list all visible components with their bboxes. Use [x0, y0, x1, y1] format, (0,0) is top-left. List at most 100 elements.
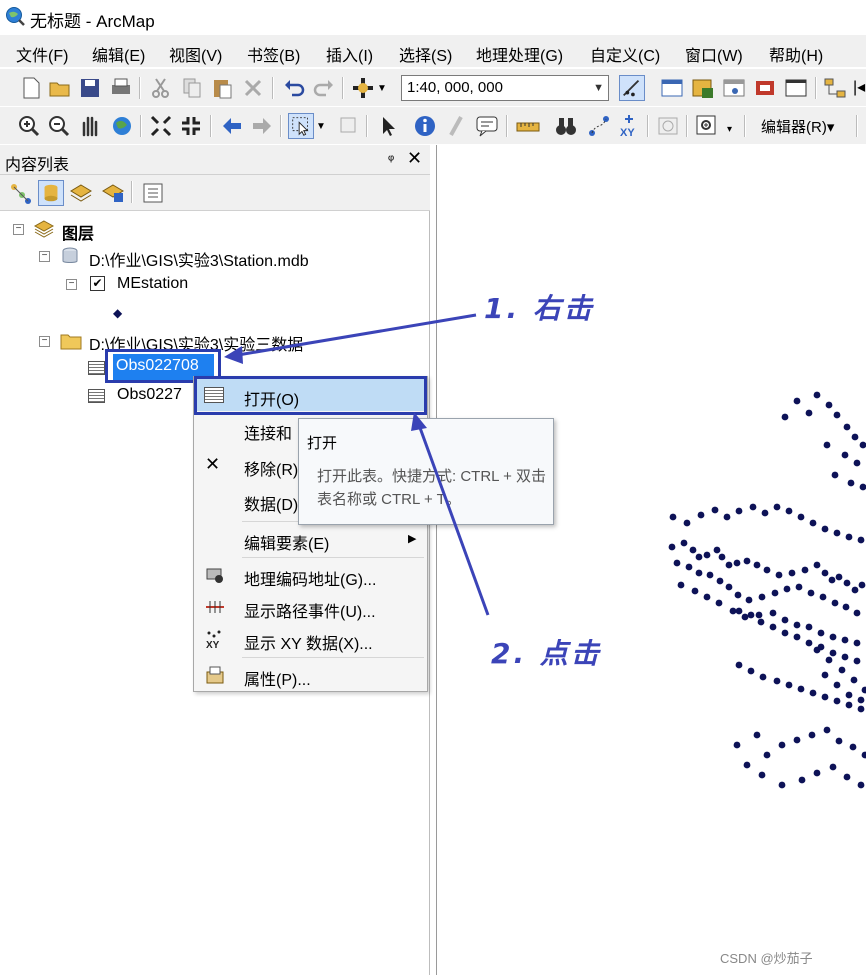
cut-icon[interactable] [148, 75, 174, 101]
menu-item-route-events-label: 显示路径事件(U)... [244, 604, 376, 621]
folder-icon [60, 334, 82, 350]
map-view[interactable] [436, 145, 866, 975]
editor-toolbar-icon[interactable] [619, 75, 645, 101]
menu-item-geocode[interactable]: 地理编码地址(G)... [194, 559, 427, 591]
menu-bookmarks[interactable]: 书签(B) [247, 42, 300, 66]
table-of-contents-icon[interactable] [659, 75, 685, 101]
tooltip-title: 打开 [307, 435, 338, 452]
print-icon[interactable] [108, 75, 134, 101]
station-db-label[interactable]: D:\作业\GIS\实验3\Station.mdb [89, 247, 309, 271]
arcmap-globe-icon [6, 7, 25, 26]
add-data-icon[interactable] [350, 75, 376, 101]
list-by-drawing-order-icon[interactable] [8, 180, 34, 206]
forward-arrow-icon[interactable] [249, 113, 275, 139]
menu-item-remove-label: 移除(R) [244, 462, 299, 479]
arctoolbox-icon[interactable] [752, 75, 778, 101]
menu-insert[interactable]: 插入(I) [326, 42, 373, 66]
map-scale-value: 1:40, 000, 000 [407, 79, 503, 96]
clear-selection-icon[interactable] [336, 113, 362, 139]
close-icon[interactable]: ✕ [407, 148, 422, 169]
menu-view[interactable]: 视图(V) [169, 42, 222, 66]
html-popup-icon[interactable] [474, 113, 500, 139]
menu-geoprocessing[interactable]: 地理处理(G) [476, 42, 563, 66]
mestation-layer-label[interactable]: MEstation [117, 275, 188, 293]
tools-toolbar: ▼ XY ▾ 编辑器(R)▾ [0, 107, 866, 144]
map-scale-combobox[interactable]: 1:40, 000, 000 ▼ [401, 75, 609, 101]
select-dropdown-icon[interactable]: ▼ [316, 121, 326, 132]
zoom-out-icon[interactable] [46, 113, 72, 139]
save-icon[interactable] [77, 75, 103, 101]
full-extent-globe-icon[interactable] [109, 113, 135, 139]
fixed-zoom-in-icon[interactable] [148, 113, 174, 139]
layers-root-label[interactable]: 图层 [62, 220, 94, 244]
menu-item-display-xy[interactable]: XY 显示 XY 数据(X)... [194, 623, 427, 655]
redo-icon[interactable] [311, 75, 337, 101]
menu-item-properties[interactable]: 属性(P)... [194, 659, 427, 691]
back-arrow-icon[interactable] [219, 113, 245, 139]
delete-icon[interactable] [240, 75, 266, 101]
submenu-arrow-icon: ▶ [408, 533, 417, 545]
undo-icon[interactable] [281, 75, 307, 101]
mestation-visibility-checkbox[interactable]: ✔ [90, 276, 105, 291]
collapse-mestation-icon[interactable]: − [66, 279, 77, 290]
pin-icon[interactable]: ᵠ [388, 151, 394, 167]
select-elements-icon[interactable] [375, 113, 401, 139]
menu-item-properties-label: 属性(P)... [244, 672, 311, 689]
menu-bar: 文件(F) 编辑(E) 视图(V) 书签(B) 插入(I) 选择(S) 地理处理… [0, 35, 866, 67]
select-features-icon[interactable] [288, 113, 314, 139]
menu-edit[interactable]: 编辑(E) [92, 42, 145, 66]
window-title: 无标题 - ArcMap [30, 12, 155, 31]
menu-item-edit-features[interactable]: 编辑要素(E) ▶ [194, 523, 427, 555]
find-route-icon[interactable] [586, 113, 612, 139]
title-bar: 无标题 - ArcMap [0, 0, 866, 34]
menu-windows[interactable]: 窗口(W) [685, 42, 743, 66]
measure-icon[interactable] [515, 113, 541, 139]
modelbuilder-icon[interactable] [822, 75, 848, 101]
click-highlight-box [194, 376, 427, 415]
menu-customize[interactable]: 自定义(C) [590, 42, 660, 66]
toc-title: 内容列表 [5, 157, 70, 174]
list-by-selection-icon[interactable] [100, 180, 126, 206]
chevron-down-icon[interactable]: ▼ [593, 82, 604, 94]
collapse-folder-icon[interactable]: − [39, 336, 50, 347]
go-to-xy-icon[interactable]: XY [616, 113, 642, 139]
add-data-dropdown-icon[interactable]: ▼ [377, 83, 387, 94]
arcmap-window: 无标题 - ArcMap 文件(F) 编辑(E) 视图(V) 书签(B) 插入(… [0, 0, 866, 975]
remove-x-icon: ✕ [205, 454, 221, 474]
search-window-icon[interactable] [721, 75, 747, 101]
pan-hand-icon[interactable] [77, 113, 103, 139]
menu-help[interactable]: 帮助(H) [769, 42, 823, 66]
collapse-layers-icon[interactable]: − [13, 224, 24, 235]
geocode-icon [206, 568, 223, 583]
magnifier-window-icon[interactable] [694, 113, 720, 139]
identify-icon[interactable] [412, 113, 438, 139]
menu-item-edit-features-label: 编辑要素(E) [244, 536, 330, 553]
menu-file[interactable]: 文件(F) [16, 42, 68, 66]
menu-selection[interactable]: 选择(S) [399, 42, 452, 66]
copy-icon[interactable] [179, 75, 205, 101]
toolbar-overflow-icon[interactable]: |◂ [853, 77, 865, 97]
editor-menu-button[interactable]: 编辑器(R)▾ [761, 116, 834, 137]
menu-item-route-events[interactable]: 显示路径事件(U)... [194, 591, 427, 623]
map-points-layer [668, 391, 866, 789]
list-by-source-icon[interactable] [38, 180, 64, 206]
table-obs0227-label[interactable]: Obs0227 [117, 386, 182, 404]
zoom-in-icon[interactable] [16, 113, 42, 139]
toolbar-options-icon[interactable]: ▾ [727, 124, 732, 135]
collapse-station-db-icon[interactable]: − [39, 251, 50, 262]
open-folder-icon[interactable] [47, 75, 73, 101]
list-by-visibility-icon[interactable] [68, 180, 94, 206]
find-binoculars-icon[interactable] [553, 113, 579, 139]
route-events-icon [206, 601, 224, 613]
time-slider-icon[interactable] [655, 113, 681, 139]
fixed-zoom-out-icon[interactable] [178, 113, 204, 139]
menu-item-display-xy-label: 显示 XY 数据(X)... [244, 636, 373, 653]
python-window-icon[interactable] [783, 75, 809, 101]
hyperlink-icon[interactable] [443, 113, 469, 139]
menu-item-joins-label: 连接和 [244, 426, 293, 443]
catalog-icon[interactable] [690, 75, 716, 101]
new-document-icon[interactable] [18, 75, 44, 101]
paste-icon[interactable] [209, 75, 235, 101]
svg-text:XY: XY [620, 127, 635, 139]
toc-options-icon[interactable] [140, 180, 166, 206]
